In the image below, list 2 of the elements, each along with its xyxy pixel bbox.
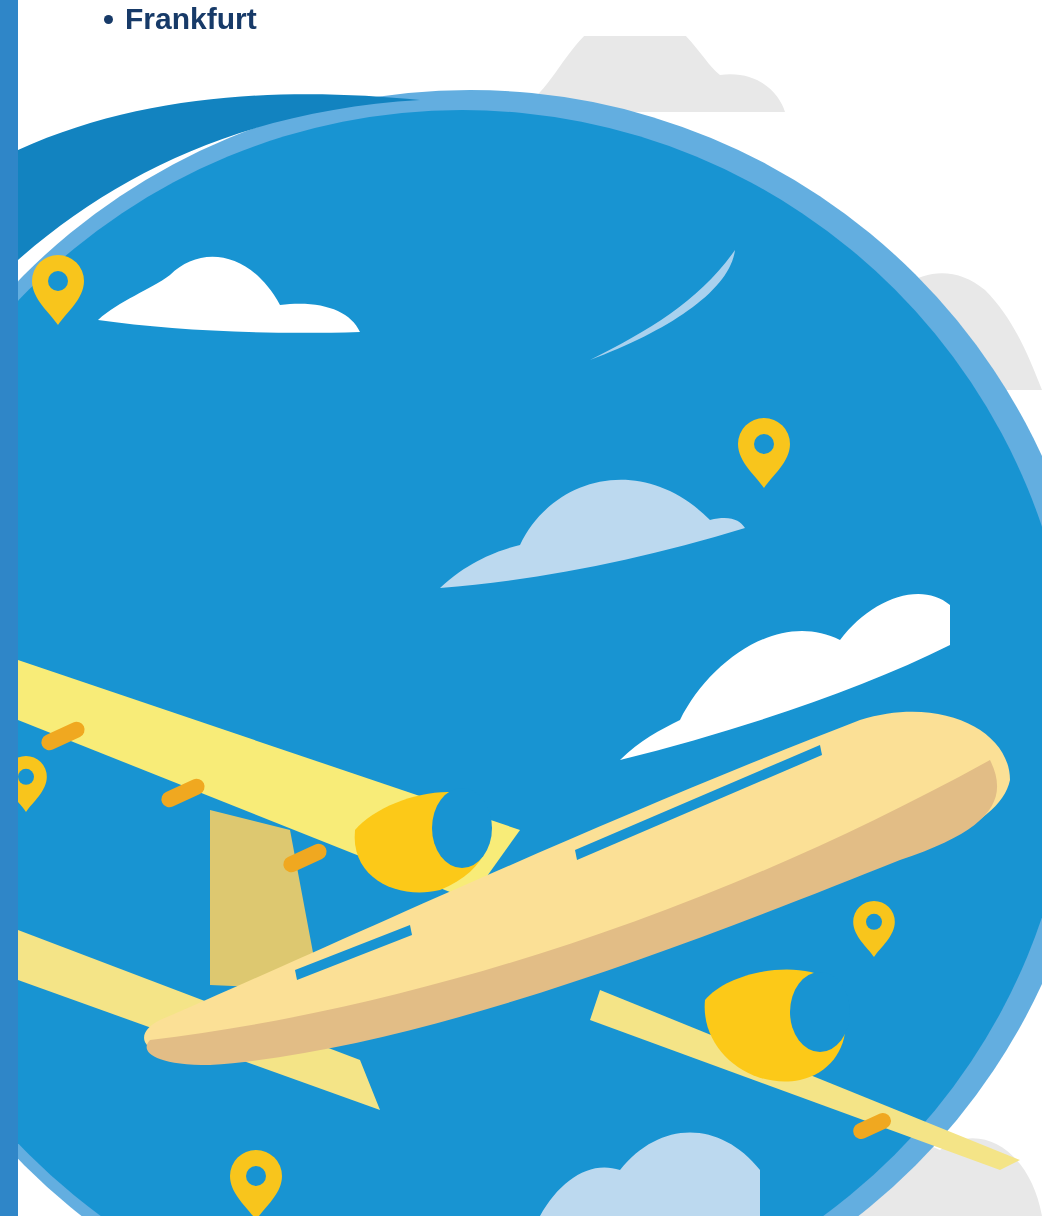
bullet-icon xyxy=(104,14,113,24)
list-item-text: Frankfurt xyxy=(125,2,257,36)
